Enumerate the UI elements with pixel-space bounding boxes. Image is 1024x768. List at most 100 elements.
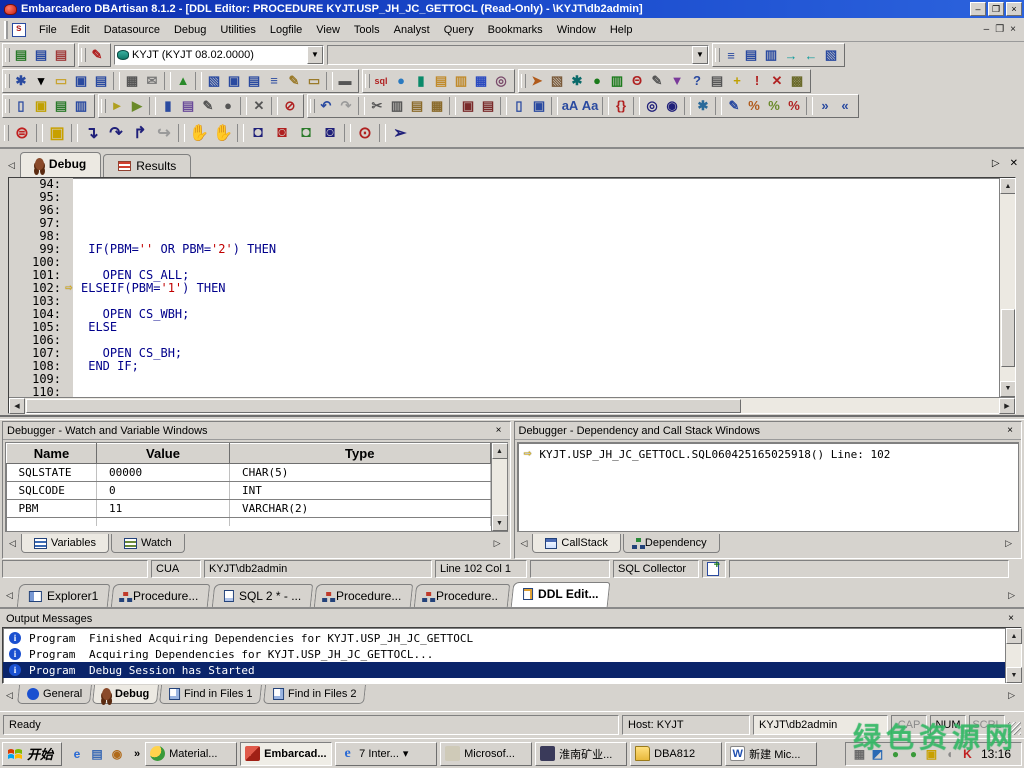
output-scrollbar[interactable]: ▲ ▼ [1005, 628, 1021, 683]
antivirus-icon[interactable]: K [960, 746, 975, 761]
open-icon[interactable]: ▭ [51, 71, 71, 91]
save-all-icon[interactable]: ▤ [91, 71, 111, 91]
window-tab-sql-2[interactable]: SQL 2 * - ... [211, 584, 313, 607]
tab-variables[interactable]: Variables [21, 534, 109, 553]
format-code-icon[interactable]: ✎ [724, 96, 744, 116]
menu-logfile[interactable]: Logfile [263, 20, 309, 40]
debugger-icon[interactable]: ⊜ [10, 121, 34, 145]
variables-scroll-down-icon[interactable]: ▼ [492, 515, 508, 531]
user-tools-icon[interactable]: ✎ [647, 71, 667, 91]
lock-editor-icon[interactable]: ▣ [45, 121, 69, 145]
taskbar-button-embarcadero[interactable]: Embarcad... [240, 742, 332, 766]
tab-debug[interactable]: Debug [20, 152, 101, 177]
remove-breakpoint-icon[interactable]: ◙ [270, 121, 294, 145]
outdent-icon[interactable]: « [835, 96, 855, 116]
editor-close-icon[interactable]: ✕ [1010, 158, 1018, 169]
sql-collector-icon[interactable] [707, 562, 719, 576]
pause-all-icon[interactable]: ✋ [211, 121, 235, 145]
performance-monitor-icon[interactable]: ▦ [471, 71, 491, 91]
datasource-combo-dropdown[interactable]: ▼ [307, 46, 323, 64]
menu-utilities[interactable]: Utilities [213, 20, 262, 40]
output-tab-general[interactable]: General [17, 685, 92, 704]
variables-table[interactable]: NameValueType SQLSTATE00000CHAR(5)SQLCOD… [6, 443, 491, 526]
menu-analyst[interactable]: Analyst [387, 20, 437, 40]
code-editor[interactable]: 94:95:96:97:98:99: IF(PBM='' OR PBM='2')… [8, 177, 1016, 414]
column-header-value[interactable]: Value [97, 444, 230, 464]
tab-watch[interactable]: Watch [111, 534, 185, 553]
input-method-icon[interactable]: ▦ [852, 746, 867, 761]
menu-view[interactable]: View [309, 20, 347, 40]
insert-breakpoint-icon[interactable]: ◘ [246, 121, 270, 145]
callstack-list[interactable]: ⇨ KYJT.USP_JH_JC_GETTOCL.SQL060425165025… [517, 442, 1020, 532]
macro-play-icon[interactable]: ▤ [478, 96, 498, 116]
output-scroll-up-icon[interactable]: ▲ [1006, 628, 1022, 644]
code-line[interactable]: 109: [9, 373, 999, 386]
code-line[interactable]: 108: END IF; [9, 360, 999, 373]
start-button[interactable]: 开始 [2, 742, 62, 766]
paste-ddl-icon[interactable]: ▤ [31, 45, 51, 65]
script-window-icon[interactable]: ▣ [224, 71, 244, 91]
window-tab-procedure[interactable]: Procedure... [111, 584, 211, 607]
window-tab-procedure[interactable]: Procedure... [314, 584, 414, 607]
uncomment-icon[interactable]: ▣ [529, 96, 549, 116]
macro-record-icon[interactable]: ▣ [458, 96, 478, 116]
stack-panel-close-icon[interactable]: × [1003, 425, 1017, 436]
horizontal-splitter[interactable] [0, 415, 1024, 420]
redo-icon[interactable]: ↷ [336, 96, 356, 116]
mdi-close-button[interactable]: × [1010, 24, 1016, 35]
quicklaunch-overflow-icon[interactable]: » [132, 748, 142, 760]
output-tabs-left-icon[interactable]: ◁ [4, 685, 18, 707]
display-settings-icon[interactable]: ◩ [870, 746, 885, 761]
alarm-window-icon[interactable]: ▤ [244, 71, 264, 91]
database-monitor-icon[interactable]: ▮ [411, 71, 431, 91]
undo-icon[interactable]: ↶ [316, 96, 336, 116]
scroll-left-icon[interactable]: ◀ [9, 398, 25, 414]
scheduler-icon[interactable]: Θ [627, 71, 647, 91]
lowercase-icon[interactable]: Aa [580, 96, 600, 116]
filter-icon[interactable]: ▼ [667, 71, 687, 91]
mdi-document-icon[interactable] [12, 23, 26, 37]
menu-edit[interactable]: Edit [64, 20, 97, 40]
database-combo[interactable]: ▼ [327, 45, 709, 65]
window-tabs-left-icon[interactable]: ◁ [4, 590, 18, 607]
code-line[interactable]: 95: [9, 191, 999, 204]
paste-icon[interactable]: ▤ [407, 96, 427, 116]
copy-icon[interactable]: ▥ [387, 96, 407, 116]
copy-web-icon[interactable]: ▥ [607, 71, 627, 91]
editor-horizontal-scrollbar[interactable]: ◀ ▶ [9, 397, 1015, 413]
web-icon[interactable]: ● [587, 71, 607, 91]
cut-icon[interactable]: ✂ [367, 96, 387, 116]
taskbar-button-app-dark[interactable]: 淮南矿业... [535, 742, 627, 766]
media-player-icon[interactable]: ◉ [109, 746, 125, 762]
green-agent2-icon[interactable]: ● [906, 746, 921, 761]
watch-tabs-right-icon[interactable]: ▷ [492, 534, 506, 555]
code-line[interactable]: 97: [9, 217, 999, 230]
tab-callstack[interactable]: CallStack [532, 534, 620, 553]
close-button[interactable]: × [1006, 2, 1022, 16]
report-window-icon[interactable]: ≡ [264, 71, 284, 91]
show-desktop-icon[interactable]: ▤ [89, 746, 105, 762]
new-dropdown-icon[interactable]: ▾ [31, 71, 51, 91]
tab-results[interactable]: Results [103, 154, 191, 177]
code-line[interactable]: 102:⇨ELSEIF(PBM='1') THEN [9, 282, 999, 295]
variables-scrollbar[interactable]: ▲ ▼ [491, 443, 507, 531]
comment-icon[interactable]: ▯ [509, 96, 529, 116]
edit-data-icon[interactable]: ✎ [198, 96, 218, 116]
step-over-icon[interactable]: ↷ [104, 121, 128, 145]
shrink-ratio-icon[interactable]: % [764, 96, 784, 116]
datasource-combo[interactable]: KYJT (KYJT 08.02.0000) ▼ [114, 45, 324, 65]
explorer-window-icon[interactable]: ▧ [204, 71, 224, 91]
column-header-type[interactable]: Type [230, 444, 491, 464]
pointer-icon[interactable]: ➤ [527, 71, 547, 91]
window-tab-procedure[interactable]: Procedure.. [414, 584, 510, 607]
green-agent-icon[interactable]: ● [888, 746, 903, 761]
taskbar-button-material[interactable]: Material... [145, 742, 237, 766]
match-brace-icon[interactable]: {} [611, 96, 631, 116]
mail-icon[interactable]: ✉ [142, 71, 162, 91]
cascade-windows-icon[interactable]: ▧ [821, 45, 841, 65]
step-out-icon[interactable]: ↱ [128, 121, 152, 145]
chart-icon[interactable]: ▲ [173, 71, 193, 91]
capture-icon[interactable]: ▧ [547, 71, 567, 91]
customize-tools-icon[interactable]: ✕ [767, 71, 787, 91]
format-sql-icon[interactable]: ▤ [178, 96, 198, 116]
